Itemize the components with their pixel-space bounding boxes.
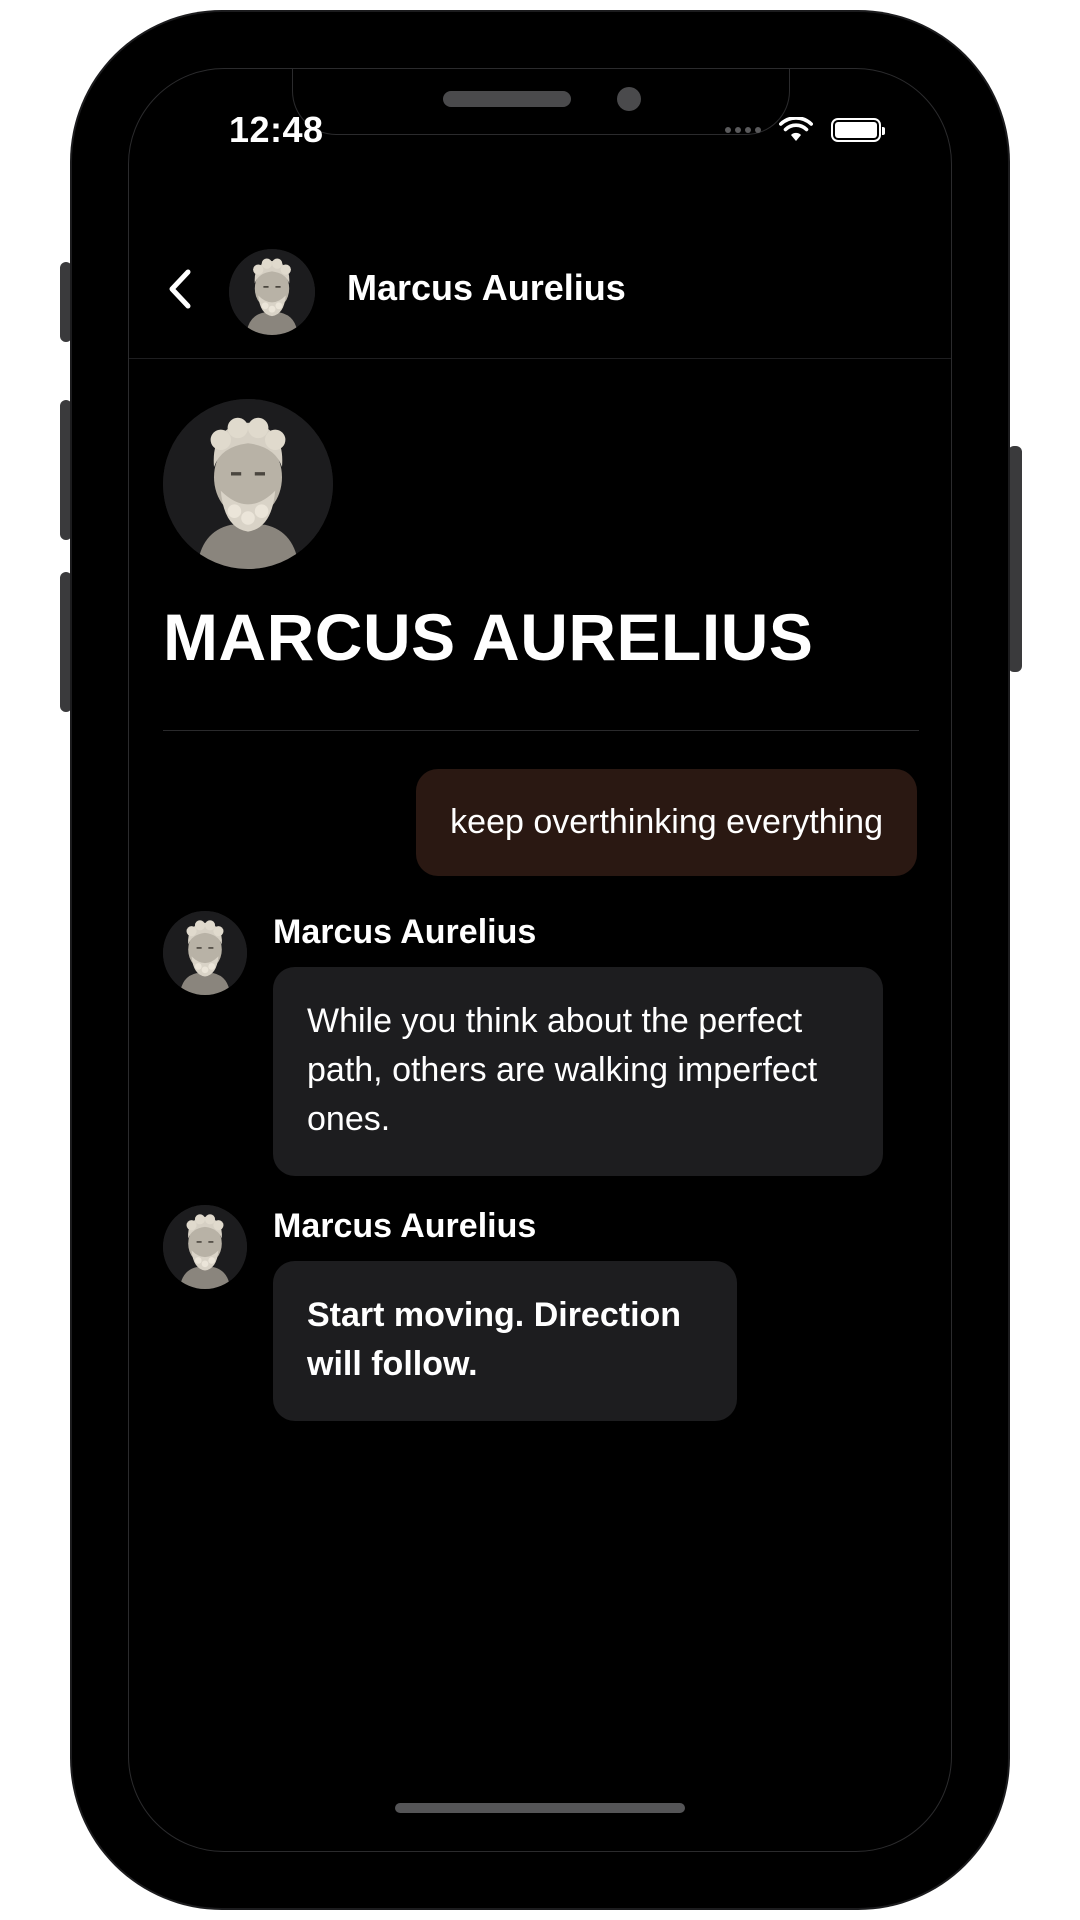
power-button (1008, 446, 1022, 672)
message-sender-name: Marcus Aurelius (273, 913, 537, 951)
status-icons (725, 117, 885, 143)
cellular-signal-icon (725, 127, 761, 133)
bust-portrait-icon (229, 249, 315, 335)
front-camera (617, 87, 641, 111)
home-indicator[interactable] (395, 1803, 685, 1813)
phone-screen: 12:48 Marcus Aurelius MARCUS AURELIUS ke… (128, 68, 952, 1852)
back-button[interactable] (155, 259, 205, 319)
contact-avatar[interactable] (229, 249, 315, 335)
message-sender-name: Marcus Aurelius (273, 1207, 537, 1245)
bot-message-bubble[interactable]: Start moving. Direction will follow. (273, 1261, 737, 1421)
bust-portrait-icon (163, 399, 333, 569)
profile-avatar (163, 399, 333, 569)
device-stage: 12:48 Marcus Aurelius MARCUS AURELIUS ke… (0, 0, 1080, 1920)
silent-switch (60, 262, 72, 342)
profile-name: MARCUS AURELIUS (163, 600, 814, 674)
bust-portrait-icon (163, 911, 247, 995)
message-avatar (163, 1205, 247, 1289)
phone-frame: 12:48 Marcus Aurelius MARCUS AURELIUS ke… (72, 12, 1008, 1908)
chevron-left-icon (169, 269, 191, 309)
message-avatar (163, 911, 247, 995)
bust-portrait-icon (163, 1205, 247, 1289)
user-message-bubble[interactable]: keep overthinking everything (416, 769, 917, 876)
status-time: 12:48 (229, 109, 324, 150)
speaker-grille (443, 91, 571, 107)
profile-divider (163, 730, 919, 731)
wifi-icon (779, 117, 813, 141)
bot-message-bubble[interactable]: While you think about the perfect path, … (273, 967, 883, 1176)
volume-down-button (60, 572, 72, 712)
chat-header: Marcus Aurelius (129, 229, 951, 359)
notch (292, 69, 790, 135)
volume-up-button (60, 400, 72, 540)
header-contact-name[interactable]: Marcus Aurelius (347, 267, 626, 309)
battery-icon (831, 118, 885, 142)
